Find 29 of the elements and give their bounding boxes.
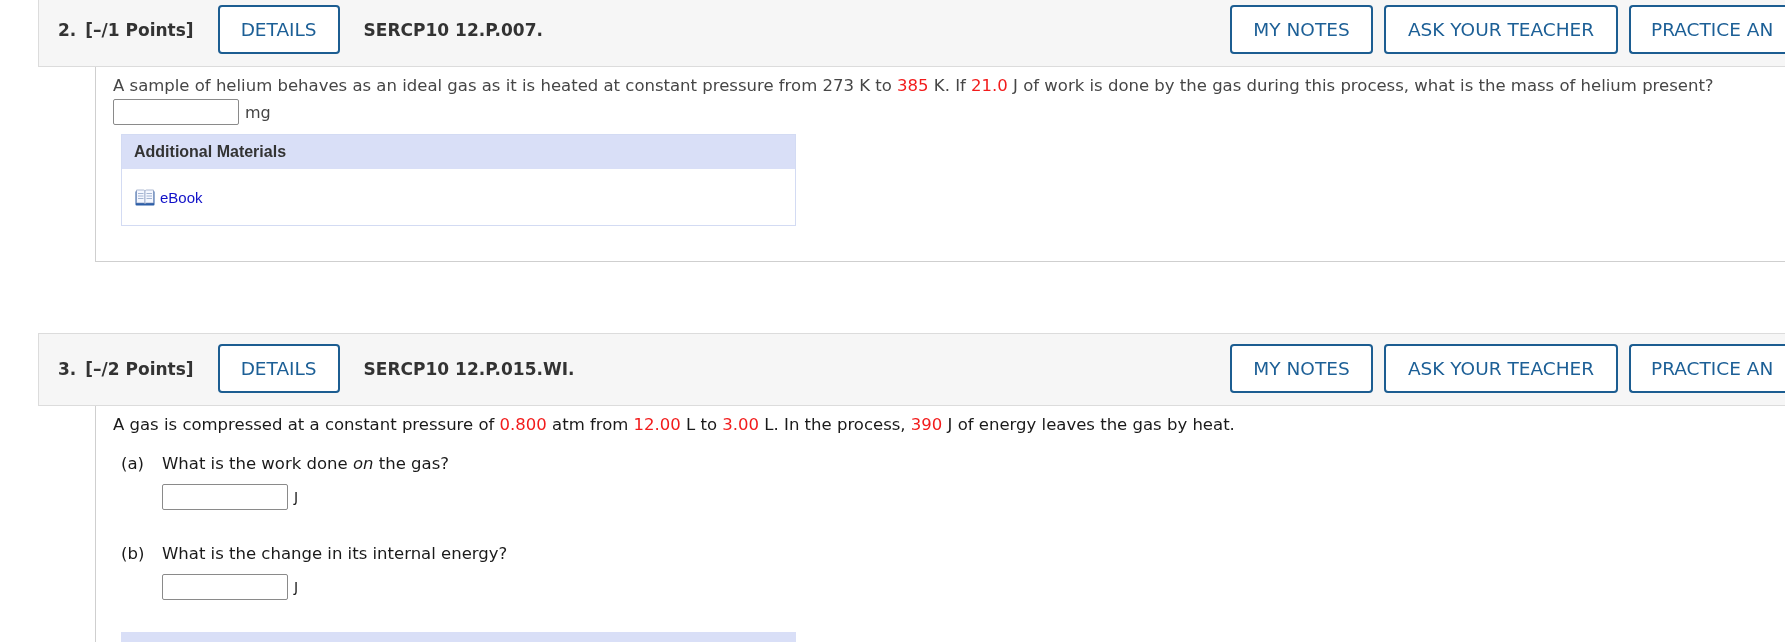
- ask-teacher-button[interactable]: ASK YOUR TEACHER: [1384, 344, 1618, 393]
- unit-label: J: [294, 579, 299, 595]
- part-label: (a): [121, 454, 145, 474]
- my-notes-button[interactable]: MY NOTES: [1230, 5, 1373, 54]
- details-button[interactable]: DETAILS: [217, 344, 340, 393]
- unit-label: J: [294, 489, 299, 505]
- points-label: [–/1 Points]: [85, 19, 194, 40]
- practice-button[interactable]: PRACTICE AN: [1629, 5, 1785, 54]
- problem-code: SERCP10 12.P.007.: [363, 19, 543, 40]
- answer-field[interactable]: [113, 99, 239, 125]
- practice-button[interactable]: PRACTICE AN: [1629, 344, 1785, 393]
- part-question: What is the work done on the gas?: [162, 454, 450, 474]
- question-text: A sample of helium behaves as an ideal gas as it is heated at constant pressure from 273 K to 385 K. If 21.0 J of work is done by the gas during this process, what is the mass of helium present?: [113, 76, 1715, 96]
- problem-code: SERCP10 12.P.015.WI.: [363, 358, 575, 379]
- question-number: 3.: [58, 358, 77, 379]
- part-question: What is the change in its internal energy?: [162, 544, 508, 564]
- details-button[interactable]: DETAILS: [217, 5, 340, 54]
- unit-label: mg: [245, 102, 271, 122]
- part-label: (b): [121, 544, 146, 564]
- ask-teacher-button[interactable]: ASK YOUR TEACHER: [1384, 5, 1618, 54]
- my-notes-button[interactable]: MY NOTES: [1230, 344, 1373, 393]
- materials-title: Additional Materials: [134, 143, 287, 161]
- question-text: A gas is compressed at a constant pressure of 0.800 atm from 12.00 L to 3.00 L. In the process, 390 J of energy leaves the gas by heat.: [113, 415, 1236, 435]
- ebook-link[interactable]: eBook: [160, 188, 203, 206]
- answer-field[interactable]: [162, 484, 288, 510]
- book-icon[interactable]: [135, 188, 155, 206]
- points-label: [–/2 Points]: [85, 358, 194, 379]
- question-number: 2.: [58, 19, 77, 40]
- answer-field[interactable]: [162, 574, 288, 600]
